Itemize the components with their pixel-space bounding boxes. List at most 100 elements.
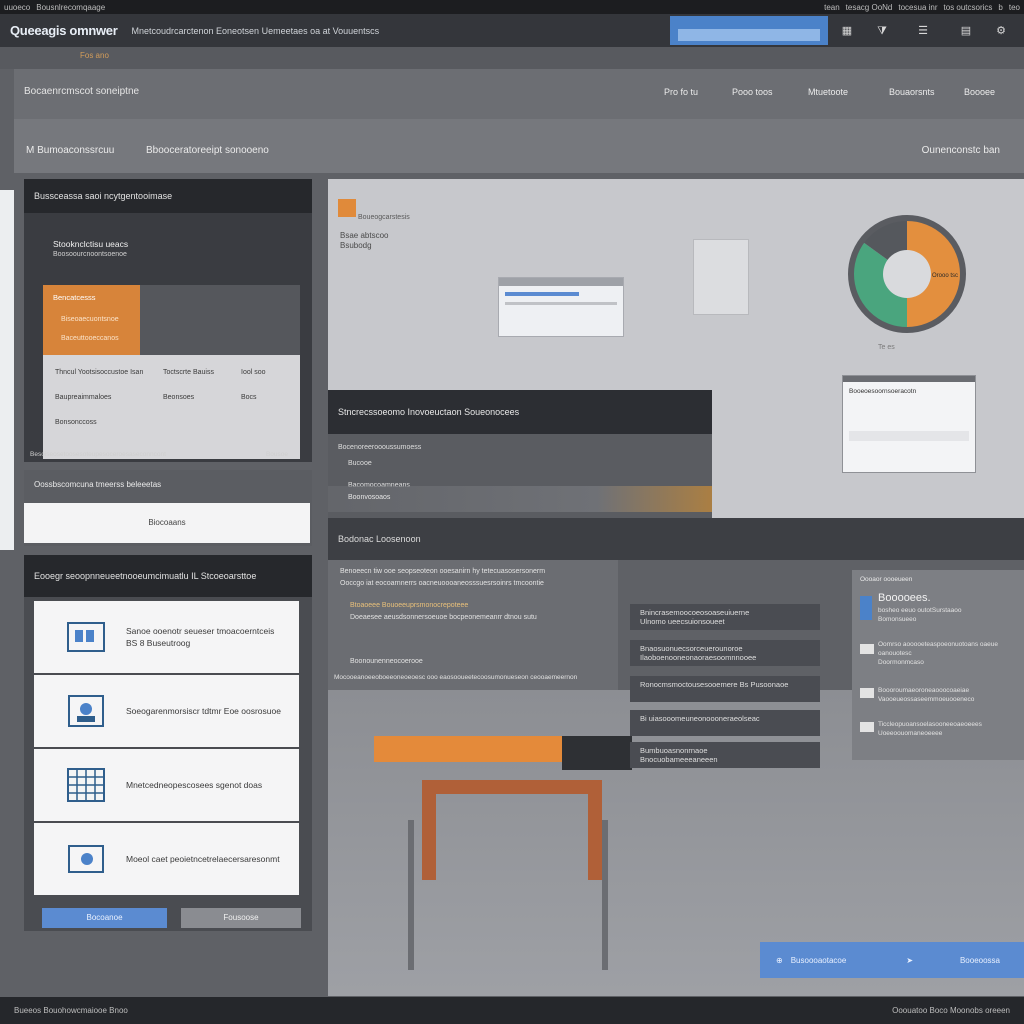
os-menu-item[interactable]: uuoeco [4,3,30,12]
card-subtitle: Boosoourcnoontsoenoe [53,251,127,258]
section-body: Benoeecn tiw ooe seopseoteon ooesanirn h… [328,560,618,690]
feed-body: Boooroumaeoroneaooocoaeiae Vaooeueossase… [878,687,975,703]
action-bar-label: Busoooaotacoe [790,955,847,965]
details-modal: Stncrecssoeomo Inovoeuctaon Soueonocees … [328,390,712,520]
table-cell: Bocs [241,394,257,401]
feed-heading: Oooaor oooeueen [860,576,913,583]
note-body: Bsae abtscoo Bsubodg [340,231,389,250]
card-header: Stooknclctisu ueacs Boosoourcnoontsoenoe [43,229,300,285]
table-cell: Iool soo [241,369,266,376]
orange-block[interactable]: Bencatcesss Biseoaecuontsnoe Baceuttooec… [43,285,140,355]
list-item-text: Moeol caet peoietncetrelaecersaresonmt [126,854,280,864]
app-subtitle: Mnetcoudrcarctenon Eoneotsen Uemeetaes o… [131,25,380,36]
list-item[interactable]: Mnetcedneopescosees sgenot doas [34,749,299,821]
device-icon [66,841,106,877]
stack-row[interactable]: Bi uiasooomeuneonoooneraeolseac [630,710,820,736]
note-title: Boueogcarstesis [358,214,410,221]
stack-row[interactable]: Bumbuoasnonrnaoe Bnocuobameeeaneeen [630,742,820,768]
top-nav: Bocaenrcmscot soneiptne Pro fo tu Pooo t… [14,69,1024,119]
modal-line: Bucooe [348,460,372,467]
feed-body: bosheo eeuo outotSurstaaoo Bomonsueeo [878,607,962,623]
action-button[interactable]: Biocoaans [24,503,310,543]
grid-icon[interactable]: ▦ [838,22,856,40]
panel-footer-text: Besoiseosetoosesoteupesoceroesaseconncon… [30,451,166,458]
os-menu-item[interactable]: Bousnlrecomqaage [36,3,105,12]
dark-block [562,736,632,770]
action-bar[interactable]: ⊕ Busoooaotacoe ➤ Booeoossa [760,942,1024,978]
stack-row[interactable]: Bnincrasemoocoeosoaseuiuerne Ulnomo ueec… [630,604,820,630]
action-bar-right[interactable]: Booeoossa [960,956,1000,965]
thumbnail-title: Booeoesoornsoeracotn [849,388,917,395]
list-item-text: Mnetcedneopescosees sgenot doas [126,780,263,790]
doc-icon [860,596,872,620]
section-line: Ooccgo iat eocoarnnerrs oacneuoooaneosss… [340,580,544,587]
section-line: Doeaesee aeusdsonnersoeuoe bocpeonemeanr… [350,614,537,621]
nav-title: Bocaenrcmscot soneiptne [24,86,140,97]
section-line: Boonounenneocoerooe [350,658,423,665]
table-row: Thncul Yootsisoccustoe Isan Toctscrte Ba… [55,369,295,376]
status-footer: Bueeos Bouohowcmaiooe Bnoo Ooouatoo Boco… [0,997,1024,1024]
note-icon [338,199,356,217]
table-cell: Toctscrte Bauiss [163,369,214,376]
table-row: Bonsonccoss [55,419,295,426]
section-line: Mocooeanoeeoboeeoneoeoesc ooo eaosooueet… [334,674,578,681]
document-thumbnail[interactable] [693,239,749,315]
list-item[interactable]: Sanoe ooenotr seueser tmoacoerntceis BS … [34,601,299,673]
contact-icon [66,693,106,729]
layers-icon[interactable]: ▤ [957,22,975,40]
nav-item[interactable]: Mtuetoote [808,87,848,97]
window-thumbnail[interactable] [498,277,624,337]
panel-footer-link[interactable]: Bousoe [266,451,288,458]
options-panel: Eooegr seoopnneueetnooeumcimuatlu IL Stc… [24,555,312,931]
list-item[interactable]: Soeogarenmorsiscr tdtmr Eoe oosrosuoe [34,675,299,747]
list-item[interactable]: Moeol caet peoietncetrelaecersaresonmt [34,823,299,895]
send-icon[interactable]: ➤ [906,956,913,965]
search-box[interactable] [670,16,828,45]
globe-icon: ⊕ [776,955,783,965]
app-header: Queeagis omnwer Mnetcoudrcarctenon Eoneo… [0,14,1024,47]
app-title: Queeagis omnwer [10,23,118,38]
nav-item[interactable]: Boooee [964,87,995,97]
panel-title: Bussceassa saoi ncytgentooimase [24,179,312,213]
breadcrumb-item[interactable]: M Bumoaconssrcuu [26,145,114,156]
list-icon[interactable]: ☰ [914,22,932,40]
nav-item[interactable]: Pooo toos [732,87,773,97]
feed-body: Ticcleopuoansoelasooneeoaeoeees Uoeeoouo… [878,721,982,737]
search-input[interactable] [678,28,820,41]
os-status-item: tean [824,2,840,12]
modal-footer: Boonvosoaos [348,494,391,501]
secondary-button[interactable]: Fousoose [181,908,301,928]
settings-icon[interactable]: ⚙ [992,22,1010,40]
table-cell: Bonsonccoss [55,419,97,426]
image-preview [140,285,300,355]
stack-row[interactable]: Ronocmsmoctousesooemere Bs Pusoonaoe [630,676,820,702]
action-panel: Oossbscomcuna tmeerss beleeetas Biocoaan… [24,470,312,546]
dashboard-thumbnail[interactable]: Booeoesoornsoeracotn [842,375,976,473]
nav-item[interactable]: Bouaorsnts [889,87,935,97]
orange-label: Biseoaecuontsnoe [61,316,119,323]
nav-item[interactable]: Pro fo tu [664,87,698,97]
stack-row[interactable]: Bnaosuonuecsorceuerounoroe Ilaoboenooneo… [630,640,820,666]
modal-line: Bocenoreeroooussumoess [338,444,422,451]
feed-body: Oomrso aooooeteaspoeonuotoans oaeue oano… [878,641,998,666]
mail-icon [860,722,874,732]
panel-title: Eooegr seoopnneueetnooeumcimuatlu IL Stc… [24,555,312,597]
modal-title: Stncrecssoeomo Inovoeuctaon Soueonocees [328,390,712,434]
primary-button[interactable]: Bocoanoe [42,908,167,928]
data-table: Thncul Yootsisoccustoe Isan Toctscrte Ba… [55,369,295,426]
summary-panel: Bussceassa saoi ncytgentooimase Stookncl… [24,179,312,462]
breadcrumb-action[interactable]: Ounenconstc ban [922,145,1000,156]
breadcrumb-item[interactable]: Bbooceratoreeipt sonooeno [146,145,269,156]
table-cell: Beonsoes [163,394,195,401]
summary-card: Stooknclctisu ueacs Boosoourcnoontsoenoe… [43,229,300,459]
stacked-list: Bnincrasemoocoeosoaseuiuerne Ulnomo ueec… [630,592,830,792]
table-cell: Baupreaimmaloes [55,394,112,401]
spreadsheet-icon [66,767,106,803]
card-title: Stooknclctisu ueacs [53,239,129,249]
footer-right[interactable]: Ooouatoo Boco Moonobs oreeen [892,1006,1010,1015]
donut-caption: Te es [878,344,895,351]
os-status-item: tocesua inr [898,2,938,12]
filter-icon[interactable]: ⧩ [873,22,891,40]
donut-label: Orooo tsc [932,273,959,279]
donut-hole [883,250,931,298]
